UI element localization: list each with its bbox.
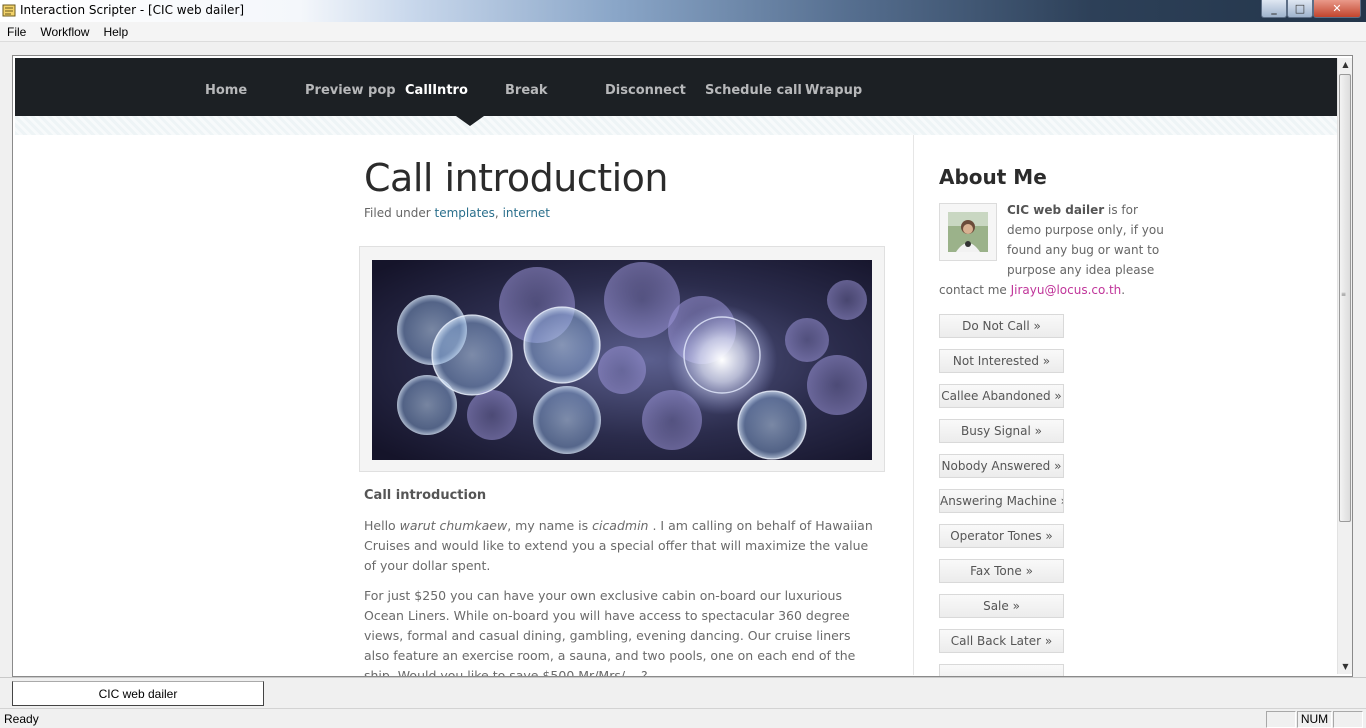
partial-button[interactable] [939,664,1064,676]
text-my-name-is: , my name is [507,518,589,533]
nobody-answered-button[interactable]: Nobody Answered » [939,454,1064,478]
about-line-1: CIC web dailer is for [1007,200,1138,220]
filed-under: Filed under templates, internet [364,206,550,220]
status-text: Ready [4,712,39,726]
call-back-later-button[interactable]: Call Back Later » [939,629,1064,653]
intro-paragraph: Hello warut chumkaew, my name is cicadmi… [364,516,876,576]
nav-schedule-call[interactable]: Schedule call [705,83,802,98]
operator-tones-button[interactable]: Operator Tones » [939,524,1064,548]
status-panel-blank [1266,711,1296,728]
about-line-3: found any bug or want to [1007,243,1160,257]
tag-link-templates[interactable]: templates [434,206,494,220]
about-line-5: contact me Jirayu@locus.co.th. [939,280,1125,300]
about-line-2: demo purpose only, if you [1007,223,1164,237]
offer-text-cut: $500 Mr/Mrs/... ? [542,668,648,677]
tag-separator: , [494,206,499,220]
tag-link-internet[interactable]: internet [503,206,550,220]
menu-file[interactable]: File [0,22,33,41]
vertical-scrollbar[interactable]: ▲ ≡ ▼ [1337,58,1352,674]
menu-help[interactable]: Help [96,22,135,41]
menu-bar: File Workflow Help [0,22,1366,42]
busy-signal-button[interactable]: Busy Signal » [939,419,1064,443]
nav-break[interactable]: Break [505,83,548,98]
answering-machine-button[interactable]: Answering Machine » [939,489,1064,513]
callee-abandoned-button[interactable]: Callee Abandoned » [939,384,1064,408]
fax-tone-button[interactable]: Fax Tone » [939,559,1064,583]
hero-image-frame [359,246,885,472]
not-interested-button[interactable]: Not Interested » [939,349,1064,373]
nav-disconnect[interactable]: Disconnect [605,83,686,98]
nav-home[interactable]: Home [205,83,247,98]
nav-wrapup[interactable]: Wrapup [805,83,862,98]
active-nav-indicator [456,116,484,126]
top-nav: Home Preview pop CallIntro Break Disconn… [15,58,1337,116]
bokeh-hero-image [372,260,872,460]
menu-workflow[interactable]: Workflow [33,22,96,41]
nav-callintro[interactable]: CallIntro [405,83,468,98]
header-pattern [15,116,1337,135]
nav-preview-pop[interactable]: Preview pop [305,83,396,98]
text-hello: Hello [364,518,396,533]
avatar [939,203,997,261]
about-text-5: contact me [939,283,1011,297]
offer-text: For just $250 you can have your own excl… [364,588,856,677]
scroll-up-arrow-icon[interactable]: ▲ [1338,58,1352,72]
agent-name: warut chumkaew [399,518,508,533]
tab-cic-web-dailer[interactable]: CIC web dailer [12,681,264,706]
close-button[interactable]: ✕ [1313,0,1361,18]
scroll-down-arrow-icon[interactable]: ▼ [1338,660,1352,674]
sale-button[interactable]: Sale » [939,594,1064,618]
about-name: CIC web dailer [1007,203,1105,217]
about-line-4: purpose any idea please [1007,263,1155,277]
status-panel-blank-2 [1333,711,1363,728]
num-lock-indicator: NUM [1297,711,1332,728]
filed-under-label: Filed under [364,206,431,220]
minimize-button[interactable]: _ [1261,0,1287,18]
document-tab-strip: CIC web dailer [0,677,1366,707]
username: cicadmin [592,518,649,533]
window-title: Interaction Scripter - [CIC web dailer] [20,3,245,17]
about-text-1: is for [1104,203,1138,217]
about-text-end: . [1121,283,1126,297]
sidebar-divider [913,135,914,675]
sidebar-title: About Me [939,165,1047,189]
app-icon [2,4,16,17]
status-bar: Ready NUM [0,708,1366,728]
maximize-button[interactable]: □ [1287,0,1313,18]
scrollbar-thumb[interactable] [1339,74,1351,522]
scroll-grip-icon: ≡ [1341,291,1347,298]
offer-paragraph: For just $250 you can have your own excl… [364,586,876,677]
page-title: Call introduction [364,156,668,200]
window-titlebar: Interaction Scripter - [CIC web dailer] … [0,0,1366,22]
email-link[interactable]: Jirayu@locus.co.th [1011,283,1122,297]
avatar-photo [948,212,988,252]
do-not-call-button[interactable]: Do Not Call » [939,314,1064,338]
browser-frame: Home Preview pop CallIntro Break Disconn… [12,55,1353,677]
section-title: Call introduction [364,488,487,503]
